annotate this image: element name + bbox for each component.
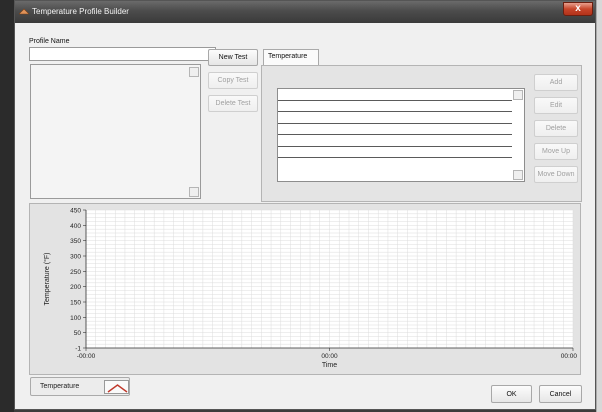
table-row[interactable] [278, 89, 512, 101]
profile-steps-table[interactable] [277, 88, 525, 182]
close-icon: x [575, 3, 581, 14]
temperature-tab-panel: Add Edit Delete Move Up Move Down [261, 65, 582, 202]
profile-name-label: Profile Name [29, 38, 70, 45]
temperature-chart[interactable]: 450 400 350 300 250 200 150 100 50 -1 -00:00 00:00… [30, 204, 582, 376]
table-scroll-down-button[interactable] [513, 170, 523, 180]
y-tick-label: 250 [70, 269, 81, 276]
y-axis-ticks: 450 400 350 300 250 200 150 100 50 -1 [70, 208, 86, 353]
x-axis-label: Time [322, 362, 337, 369]
table-row[interactable] [278, 124, 512, 135]
legend-label: Temperature [40, 383, 80, 390]
x-axis-ticks: -00:00 00:00 00:00 [77, 348, 578, 360]
title-bar[interactable]: Temperature Profile Builder x [15, 1, 595, 23]
background-right [596, 0, 602, 412]
background-left [0, 0, 14, 412]
y-tick-label: 50 [74, 330, 82, 337]
x-tick-label: 00:00 [321, 353, 338, 360]
y-tick-label: 450 [70, 208, 81, 215]
temperature-chart-panel: 450 400 350 300 250 200 150 100 50 -1 -00:00 00:00… [29, 203, 581, 375]
y-tick-label: 200 [70, 284, 81, 291]
delete-test-button[interactable]: Delete Test [208, 95, 258, 112]
table-row[interactable] [278, 158, 512, 170]
dialog-window: Temperature Profile Builder x Profile Na… [14, 0, 596, 410]
table-row[interactable] [278, 112, 512, 124]
move-down-button[interactable]: Move Down [534, 166, 578, 183]
y-tick-label: 400 [70, 223, 81, 230]
test-list[interactable] [30, 64, 201, 199]
close-button[interactable]: x [563, 2, 593, 16]
y-tick-label: 350 [70, 238, 81, 245]
table-scroll-up-button[interactable] [513, 90, 523, 100]
x-tick-label: -00:00 [77, 353, 96, 360]
scroll-up-button[interactable] [189, 67, 199, 77]
profile-name-input[interactable] [29, 47, 216, 61]
app-icon [19, 8, 29, 15]
y-axis-label: Temperature (°F) [43, 253, 51, 306]
y-tick-label: -1 [75, 346, 81, 353]
ok-button[interactable]: OK [491, 385, 532, 403]
window-title: Temperature Profile Builder [32, 7, 129, 16]
tab-temperature[interactable]: Temperature [263, 49, 319, 66]
line-marker-icon[interactable] [104, 380, 129, 394]
table-row[interactable] [278, 101, 512, 112]
chart-legend[interactable]: Temperature [30, 377, 130, 396]
new-test-button[interactable]: New Test [208, 49, 258, 66]
move-up-button[interactable]: Move Up [534, 143, 578, 160]
y-tick-label: 100 [70, 315, 81, 322]
edit-button[interactable]: Edit [534, 97, 578, 114]
y-tick-label: 150 [70, 300, 81, 307]
cancel-button[interactable]: Cancel [539, 385, 582, 403]
add-button[interactable]: Add [534, 74, 578, 91]
delete-button[interactable]: Delete [534, 120, 578, 137]
table-row[interactable] [278, 147, 512, 158]
scroll-down-button[interactable] [189, 187, 199, 197]
copy-test-button[interactable]: Copy Test [208, 72, 258, 89]
x-tick-label: 00:00 [561, 353, 578, 360]
table-row[interactable] [278, 135, 512, 147]
y-tick-label: 300 [70, 254, 81, 261]
